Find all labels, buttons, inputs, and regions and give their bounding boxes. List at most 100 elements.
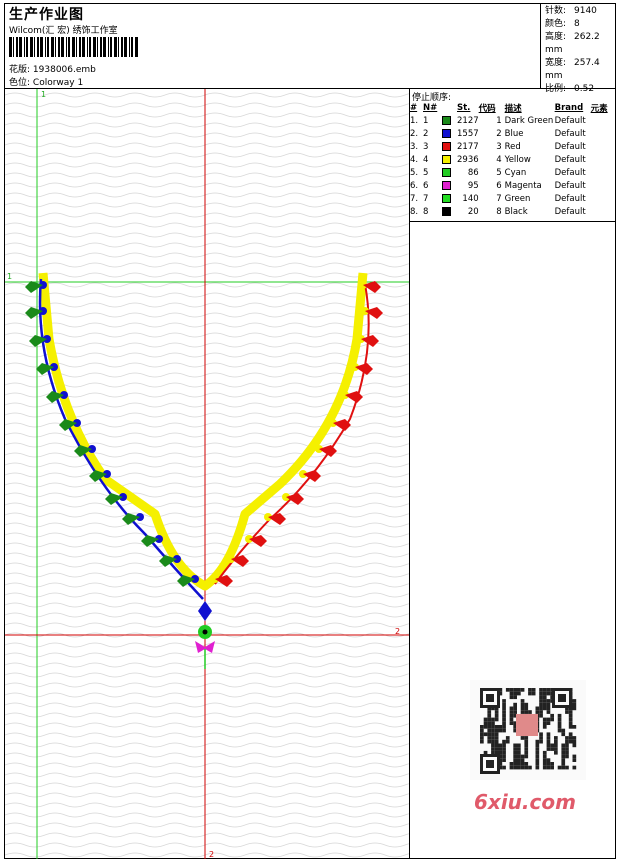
color-swatch <box>442 140 457 153</box>
color-swatch <box>442 205 457 218</box>
color-swatch <box>442 166 457 179</box>
row-number: 1. <box>410 115 419 126</box>
row-code: 8 <box>496 206 502 217</box>
swatch-box <box>442 193 451 203</box>
row-code: 4 <box>496 154 502 165</box>
row-element <box>591 205 615 218</box>
guide-label-v2: 2 <box>209 850 214 859</box>
row-element <box>591 179 615 192</box>
row-number: 4. <box>410 154 419 165</box>
row-stitches: 1557 <box>457 128 479 139</box>
colorway-line: 色位: Colorway 1 <box>9 75 83 88</box>
col-header: 元素 <box>590 103 608 114</box>
row-element <box>591 192 615 205</box>
table-header-row: # N# St. 代码 描述 Brand 元素 <box>410 101 615 114</box>
row-number: 6. <box>410 180 419 191</box>
guide-label-h2: 2 <box>395 627 400 636</box>
row-description: Green <box>504 193 531 204</box>
row-brand: Default <box>554 167 586 178</box>
row-stitches: 95 <box>467 180 479 191</box>
swatch-box <box>442 115 451 125</box>
stat-label: 颜色: <box>545 19 567 29</box>
table-row: 8. 8 20 8 Black Default <box>410 205 615 218</box>
col-header: Brand <box>554 102 584 113</box>
stat-label: 针数: <box>545 6 567 16</box>
qr-code <box>470 680 586 780</box>
row-needle: 7 <box>423 193 429 204</box>
stat-width: 宽度: 257.4 mm <box>545 57 620 83</box>
stat-value: 0.52 <box>574 84 595 94</box>
row-description: Yellow <box>504 154 531 165</box>
design-canvas: 1 1 2 2 <box>5 89 409 859</box>
row-brand: Default <box>554 141 586 152</box>
row-code: 5 <box>496 167 502 178</box>
row-brand: Default <box>554 193 586 204</box>
qr-center-seal <box>516 714 538 736</box>
colorway-name: Colorway 1 <box>32 78 84 88</box>
row-description: Blue <box>504 128 524 139</box>
swatch-box <box>442 128 451 138</box>
col-header <box>442 101 457 114</box>
design-label: 花版: <box>9 65 31 75</box>
color-swatch <box>442 192 457 205</box>
row-element <box>591 140 615 153</box>
table-row: 5. 5 86 5 Cyan Default <box>410 166 615 179</box>
table-bottom-rule <box>409 221 616 222</box>
col-header: St. <box>457 102 471 113</box>
table-row: 3. 3 2177 3 Red Default <box>410 140 615 153</box>
row-element <box>591 114 615 127</box>
design-stats: 针数: 9140 颜色: 8 高度: 262.2 mm 宽度: 257.4 mm 比例:… <box>545 5 620 96</box>
col-header: 代码 <box>478 103 496 114</box>
row-brand: Default <box>554 154 586 165</box>
design-file: 1938006.emb <box>32 65 96 75</box>
watermark-logo: 6xiu.com <box>474 790 576 814</box>
table-row: 7. 7 140 7 Green Default <box>410 192 615 205</box>
row-brand: Default <box>554 180 586 191</box>
row-stitches: 2936 <box>457 154 479 165</box>
row-number: 7. <box>410 193 419 204</box>
table-row: 6. 6 95 6 Magenta Default <box>410 179 615 192</box>
stat-value: 9140 <box>574 6 597 16</box>
table-row: 1. 1 2127 1 Dark Green Default <box>410 114 615 127</box>
swatch-box <box>442 167 451 177</box>
row-code: 1 <box>496 115 502 126</box>
table-row: 4. 4 2936 4 Yellow Default <box>410 153 615 166</box>
row-description: Magenta <box>504 180 542 191</box>
swatch-box <box>442 141 451 151</box>
row-number: 5. <box>410 167 419 178</box>
guide-label-h1: 1 <box>7 272 12 281</box>
guide-label-v1: 1 <box>41 90 46 99</box>
row-description: Red <box>504 141 521 152</box>
row-code: 3 <box>496 141 502 152</box>
colorway-label: 色位: <box>9 78 31 88</box>
row-brand: Default <box>554 206 586 217</box>
stat-label: 比例: <box>545 84 567 94</box>
color-swatch <box>442 179 457 192</box>
row-code: 2 <box>496 128 502 139</box>
stats-separator <box>540 3 541 89</box>
row-stitches: 2127 <box>457 115 479 126</box>
stat-stitches: 针数: 9140 <box>545 5 620 18</box>
row-needle: 4 <box>423 154 429 165</box>
swatch-box <box>442 180 451 190</box>
row-needle: 5 <box>423 167 429 178</box>
row-number: 3. <box>410 141 419 152</box>
row-code: 7 <box>496 193 502 204</box>
row-stitches: 140 <box>462 193 479 204</box>
stat-scale: 比例: 0.52 <box>545 83 620 96</box>
color-sequence-table: # N# St. 代码 描述 Brand 元素 1. 1 2127 1 Dark Gre… <box>410 101 615 218</box>
row-stitches: 86 <box>467 167 479 178</box>
col-header: N# <box>423 102 438 113</box>
row-needle: 6 <box>423 180 429 191</box>
company-name: Wilcom(汇 宏) 绣饰工作室 <box>9 26 118 36</box>
row-element <box>591 127 615 140</box>
row-needle: 2 <box>423 128 429 139</box>
row-number: 2. <box>410 128 419 139</box>
pendant-center <box>202 629 208 635</box>
stat-label: 宽度: <box>545 58 567 68</box>
stat-value: 8 <box>574 19 580 29</box>
table-row: 2. 2 1557 2 Blue Default <box>410 127 615 140</box>
row-number: 8. <box>410 206 419 217</box>
col-header: 描述 <box>504 103 522 114</box>
row-code: 6 <box>496 180 502 191</box>
